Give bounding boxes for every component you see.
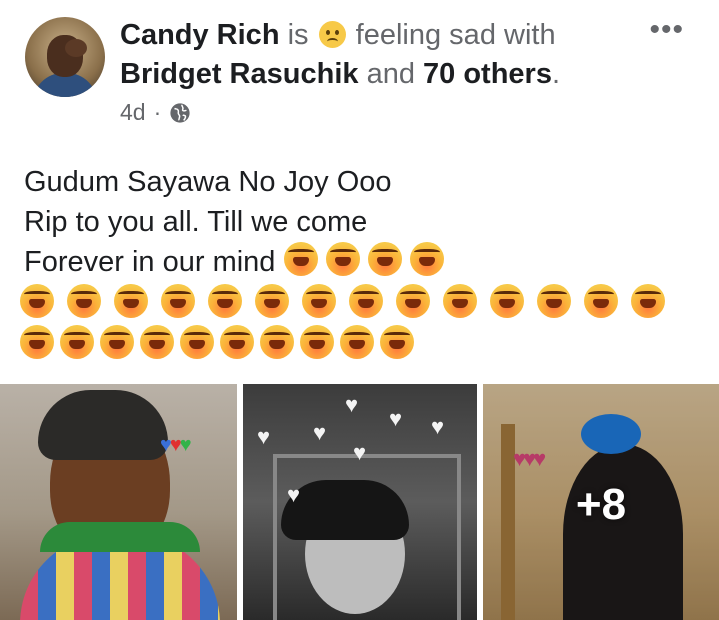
heart-stickers-icon: ♥♥♥	[160, 434, 192, 456]
tagged-name[interactable]: Bridget Rasuchik	[120, 58, 359, 90]
connector-is: is	[287, 19, 309, 51]
post-header-line2: Bridget Rasuchik and 70 others.	[120, 56, 560, 92]
avatar-hand	[65, 39, 87, 57]
loudly-crying-face-emoji-icon	[283, 242, 318, 276]
heart-sticker-icon: ♥	[257, 424, 271, 449]
heart-sticker-icon: ♥	[287, 482, 301, 507]
post-photo-1[interactable]: ♥♥♥	[0, 384, 237, 620]
loudly-crying-face-emoji-icon	[584, 284, 618, 318]
heart-sticker-icon: ♥	[353, 440, 367, 465]
loudly-crying-face-emoji-icon	[340, 325, 374, 359]
author-name[interactable]: Candy Rich	[120, 19, 280, 51]
post-text-line-3: Forever in our mind	[24, 242, 444, 282]
more-options-button[interactable]: •••	[649, 15, 684, 45]
loudly-crying-face-emoji-icon	[443, 284, 477, 318]
post-photo-2[interactable]: ♥ ♥ ♥ ♥ ♥ ♥ ♥	[243, 384, 477, 620]
sad-face-emoji-icon	[318, 21, 346, 48]
emoji-group-line3	[283, 242, 444, 278]
post-time[interactable]: 4d	[120, 99, 146, 126]
loudly-crying-face-emoji-icon	[161, 284, 195, 318]
loudly-crying-face-emoji-icon	[349, 284, 383, 318]
loudly-crying-face-emoji-icon	[67, 284, 101, 318]
feeling-text: feeling sad with	[355, 19, 556, 51]
loudly-crying-face-emoji-icon	[409, 242, 444, 276]
loudly-crying-face-emoji-icon	[302, 284, 336, 318]
loudly-crying-face-emoji-icon	[367, 242, 402, 276]
more-photos-count[interactable]: +8	[483, 480, 719, 530]
photo1-collar	[40, 522, 200, 552]
loudly-crying-face-emoji-icon	[220, 325, 254, 359]
photo2-cap	[281, 480, 409, 540]
loudly-crying-face-emoji-icon	[20, 284, 54, 318]
header-period: .	[551, 58, 561, 90]
more-options-icon: •••	[649, 13, 684, 46]
connector-and: and	[366, 58, 415, 90]
heart-sticker-icon: ♥	[313, 420, 327, 445]
loudly-crying-face-emoji-icon	[60, 325, 94, 359]
post-text-line-1: Gudum Sayawa No Joy Ooo	[24, 166, 392, 198]
post-text-line-3-text: Forever in our mind	[24, 246, 276, 278]
loudly-crying-face-emoji-icon	[208, 284, 242, 318]
loudly-crying-face-emoji-icon	[300, 325, 334, 359]
loudly-crying-face-emoji-icon	[100, 325, 134, 359]
post-meta: 4d ·	[120, 99, 191, 126]
emoji-row-a	[20, 284, 678, 318]
photo1-headwrap	[38, 390, 168, 460]
post-text: Gudum Sayawa No Joy Ooo Rip to you all. …	[24, 162, 444, 282]
loudly-crying-face-emoji-icon	[260, 325, 294, 359]
author-avatar[interactable]	[25, 17, 105, 97]
heart-sticker-icon: ♥	[389, 406, 403, 431]
loudly-crying-face-emoji-icon	[20, 325, 54, 359]
loudly-crying-face-emoji-icon	[490, 284, 524, 318]
heart-sticker-icon: ♥	[431, 414, 445, 439]
loudly-crying-face-emoji-icon	[396, 284, 430, 318]
post-text-line-2: Rip to you all. Till we come	[24, 206, 368, 238]
loudly-crying-face-emoji-icon	[140, 325, 174, 359]
post-header-line1: Candy Rich is feeling sad with	[120, 17, 556, 53]
emoji-row-b	[20, 325, 420, 359]
post-photo-3[interactable]: ♥♥♥ +8	[483, 384, 719, 620]
loudly-crying-face-emoji-icon	[631, 284, 665, 318]
others-link[interactable]: 70 others	[423, 58, 552, 90]
globe-icon[interactable]	[169, 102, 191, 124]
loudly-crying-face-emoji-icon	[325, 242, 360, 276]
meta-separator: ·	[153, 99, 162, 125]
heart-sticker-icon: ♥	[345, 392, 359, 417]
loudly-crying-face-emoji-icon	[180, 325, 214, 359]
loudly-crying-face-emoji-icon	[114, 284, 148, 318]
loudly-crying-face-emoji-icon	[537, 284, 571, 318]
loudly-crying-face-emoji-icon	[255, 284, 289, 318]
loudly-crying-face-emoji-icon	[380, 325, 414, 359]
